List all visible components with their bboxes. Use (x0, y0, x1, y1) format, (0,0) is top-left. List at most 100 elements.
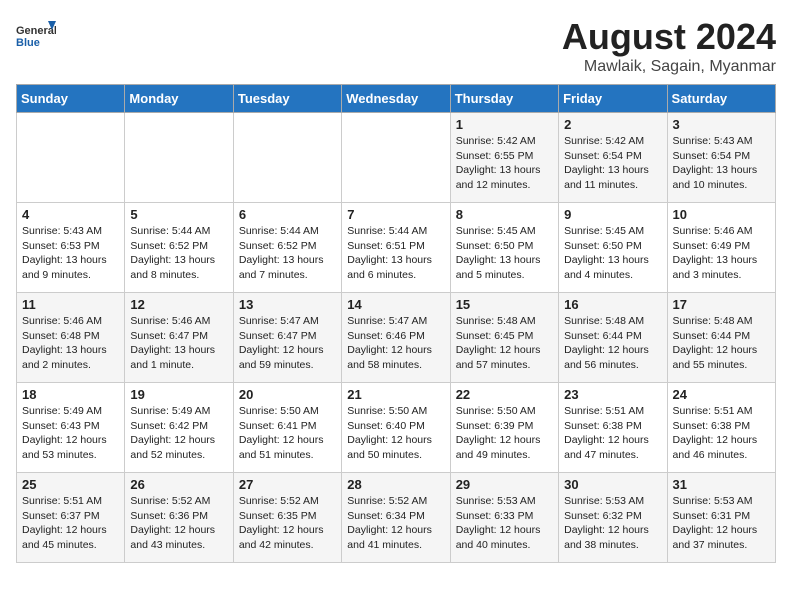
calendar-week-row: 18 Sunrise: 5:49 AM Sunset: 6:43 PM Dayli… (17, 383, 776, 473)
day-number: 30 (564, 477, 661, 492)
calendar-header-row: SundayMondayTuesdayWednesdayThursdayFrid… (17, 85, 776, 113)
cell-content: Sunrise: 5:50 AM Sunset: 6:41 PM Dayligh… (239, 404, 336, 463)
calendar-cell: 16 Sunrise: 5:48 AM Sunset: 6:44 PM Dayli… (559, 293, 667, 383)
calendar-cell: 8 Sunrise: 5:45 AM Sunset: 6:50 PM Daylig… (450, 203, 558, 293)
cell-content: Sunrise: 5:46 AM Sunset: 6:48 PM Dayligh… (22, 314, 119, 373)
calendar-week-row: 1 Sunrise: 5:42 AM Sunset: 6:55 PM Daylig… (17, 113, 776, 203)
calendar-cell: 18 Sunrise: 5:49 AM Sunset: 6:43 PM Dayli… (17, 383, 125, 473)
day-number: 22 (456, 387, 553, 402)
calendar-cell: 24 Sunrise: 5:51 AM Sunset: 6:38 PM Dayli… (667, 383, 775, 473)
calendar-week-row: 25Sunrise: 5:51 AM Sunset: 6:37 PM Dayli… (17, 473, 776, 563)
cell-content: Sunrise: 5:46 AM Sunset: 6:47 PM Dayligh… (130, 314, 227, 373)
calendar-cell: 6 Sunrise: 5:44 AM Sunset: 6:52 PM Daylig… (233, 203, 341, 293)
calendar-cell (17, 113, 125, 203)
day-number: 20 (239, 387, 336, 402)
day-number: 4 (22, 207, 119, 222)
calendar-cell: 15Sunrise: 5:48 AM Sunset: 6:45 PM Dayli… (450, 293, 558, 383)
calendar-cell: 1 Sunrise: 5:42 AM Sunset: 6:55 PM Daylig… (450, 113, 558, 203)
day-number: 25 (22, 477, 119, 492)
calendar-cell: 13Sunrise: 5:47 AM Sunset: 6:47 PM Dayli… (233, 293, 341, 383)
cell-content: Sunrise: 5:48 AM Sunset: 6:44 PM Dayligh… (564, 314, 661, 373)
calendar-cell: 29 Sunrise: 5:53 AM Sunset: 6:33 PM Dayli… (450, 473, 558, 563)
day-number: 26 (130, 477, 227, 492)
day-number: 10 (673, 207, 770, 222)
day-of-week-header: Sunday (17, 85, 125, 113)
cell-content: Sunrise: 5:52 AM Sunset: 6:34 PM Dayligh… (347, 494, 444, 553)
cell-content: Sunrise: 5:51 AM Sunset: 6:38 PM Dayligh… (673, 404, 770, 463)
day-number: 17 (673, 297, 770, 312)
cell-content: Sunrise: 5:45 AM Sunset: 6:50 PM Dayligh… (456, 224, 553, 283)
day-number: 23 (564, 387, 661, 402)
cell-content: Sunrise: 5:52 AM Sunset: 6:35 PM Dayligh… (239, 494, 336, 553)
calendar-cell: 14Sunrise: 5:47 AM Sunset: 6:46 PM Dayli… (342, 293, 450, 383)
cell-content: Sunrise: 5:47 AM Sunset: 6:47 PM Dayligh… (239, 314, 336, 373)
day-of-week-header: Monday (125, 85, 233, 113)
calendar-table: SundayMondayTuesdayWednesdayThursdayFrid… (16, 84, 776, 563)
calendar-cell: 10 Sunrise: 5:46 AM Sunset: 6:49 PM Dayli… (667, 203, 775, 293)
calendar-week-row: 4 Sunrise: 5:43 AM Sunset: 6:53 PM Daylig… (17, 203, 776, 293)
calendar-cell (125, 113, 233, 203)
day-number: 18 (22, 387, 119, 402)
calendar-cell: 20 Sunrise: 5:50 AM Sunset: 6:41 PM Dayli… (233, 383, 341, 473)
cell-content: Sunrise: 5:43 AM Sunset: 6:53 PM Dayligh… (22, 224, 119, 283)
calendar-cell: 31 Sunrise: 5:53 AM Sunset: 6:31 PM Dayli… (667, 473, 775, 563)
day-number: 6 (239, 207, 336, 222)
svg-text:Blue: Blue (16, 37, 40, 49)
cell-content: Sunrise: 5:52 AM Sunset: 6:36 PM Dayligh… (130, 494, 227, 553)
day-of-week-header: Tuesday (233, 85, 341, 113)
calendar-cell: 17 Sunrise: 5:48 AM Sunset: 6:44 PM Dayli… (667, 293, 775, 383)
cell-content: Sunrise: 5:53 AM Sunset: 6:31 PM Dayligh… (673, 494, 770, 553)
day-number: 28 (347, 477, 444, 492)
calendar-cell: 23Sunrise: 5:51 AM Sunset: 6:38 PM Dayli… (559, 383, 667, 473)
cell-content: Sunrise: 5:44 AM Sunset: 6:52 PM Dayligh… (239, 224, 336, 283)
calendar-cell: 27 Sunrise: 5:52 AM Sunset: 6:35 PM Dayli… (233, 473, 341, 563)
cell-content: Sunrise: 5:48 AM Sunset: 6:44 PM Dayligh… (673, 314, 770, 373)
calendar-cell: 30Sunrise: 5:53 AM Sunset: 6:32 PM Dayli… (559, 473, 667, 563)
day-number: 12 (130, 297, 227, 312)
day-number: 8 (456, 207, 553, 222)
cell-content: Sunrise: 5:44 AM Sunset: 6:52 PM Dayligh… (130, 224, 227, 283)
day-number: 21 (347, 387, 444, 402)
cell-content: Sunrise: 5:45 AM Sunset: 6:50 PM Dayligh… (564, 224, 661, 283)
day-number: 27 (239, 477, 336, 492)
cell-content: Sunrise: 5:49 AM Sunset: 6:43 PM Dayligh… (22, 404, 119, 463)
calendar-cell: 21 Sunrise: 5:50 AM Sunset: 6:40 PM Dayli… (342, 383, 450, 473)
calendar-cell (233, 113, 341, 203)
day-number: 29 (456, 477, 553, 492)
svg-text:General: General (16, 25, 56, 37)
logo: General Blue (16, 16, 60, 56)
cell-content: Sunrise: 5:46 AM Sunset: 6:49 PM Dayligh… (673, 224, 770, 283)
day-number: 24 (673, 387, 770, 402)
calendar-week-row: 11 Sunrise: 5:46 AM Sunset: 6:48 PM Dayli… (17, 293, 776, 383)
calendar-cell: 9Sunrise: 5:45 AM Sunset: 6:50 PM Daylig… (559, 203, 667, 293)
cell-content: Sunrise: 5:42 AM Sunset: 6:55 PM Dayligh… (456, 134, 553, 193)
calendar-cell: 25Sunrise: 5:51 AM Sunset: 6:37 PM Dayli… (17, 473, 125, 563)
calendar-cell: 12 Sunrise: 5:46 AM Sunset: 6:47 PM Dayli… (125, 293, 233, 383)
cell-content: Sunrise: 5:44 AM Sunset: 6:51 PM Dayligh… (347, 224, 444, 283)
page-subtitle: Mawlaik, Sagain, Myanmar (562, 58, 776, 76)
day-number: 31 (673, 477, 770, 492)
page-header: General Blue August 2024 Mawlaik, Sagain… (16, 16, 776, 76)
cell-content: Sunrise: 5:42 AM Sunset: 6:54 PM Dayligh… (564, 134, 661, 193)
cell-content: Sunrise: 5:50 AM Sunset: 6:40 PM Dayligh… (347, 404, 444, 463)
day-of-week-header: Saturday (667, 85, 775, 113)
day-of-week-header: Wednesday (342, 85, 450, 113)
day-number: 2 (564, 117, 661, 132)
cell-content: Sunrise: 5:53 AM Sunset: 6:33 PM Dayligh… (456, 494, 553, 553)
day-of-week-header: Friday (559, 85, 667, 113)
calendar-cell: 4 Sunrise: 5:43 AM Sunset: 6:53 PM Daylig… (17, 203, 125, 293)
calendar-cell: 7 Sunrise: 5:44 AM Sunset: 6:51 PM Daylig… (342, 203, 450, 293)
calendar-cell: 11 Sunrise: 5:46 AM Sunset: 6:48 PM Dayli… (17, 293, 125, 383)
day-number: 11 (22, 297, 119, 312)
cell-content: Sunrise: 5:50 AM Sunset: 6:39 PM Dayligh… (456, 404, 553, 463)
day-number: 15 (456, 297, 553, 312)
day-number: 16 (564, 297, 661, 312)
calendar-cell: 3Sunrise: 5:43 AM Sunset: 6:54 PM Daylig… (667, 113, 775, 203)
day-number: 1 (456, 117, 553, 132)
page-title: August 2024 (562, 16, 776, 58)
day-number: 19 (130, 387, 227, 402)
cell-content: Sunrise: 5:49 AM Sunset: 6:42 PM Dayligh… (130, 404, 227, 463)
day-number: 5 (130, 207, 227, 222)
day-number: 7 (347, 207, 444, 222)
calendar-cell: 22 Sunrise: 5:50 AM Sunset: 6:39 PM Dayli… (450, 383, 558, 473)
